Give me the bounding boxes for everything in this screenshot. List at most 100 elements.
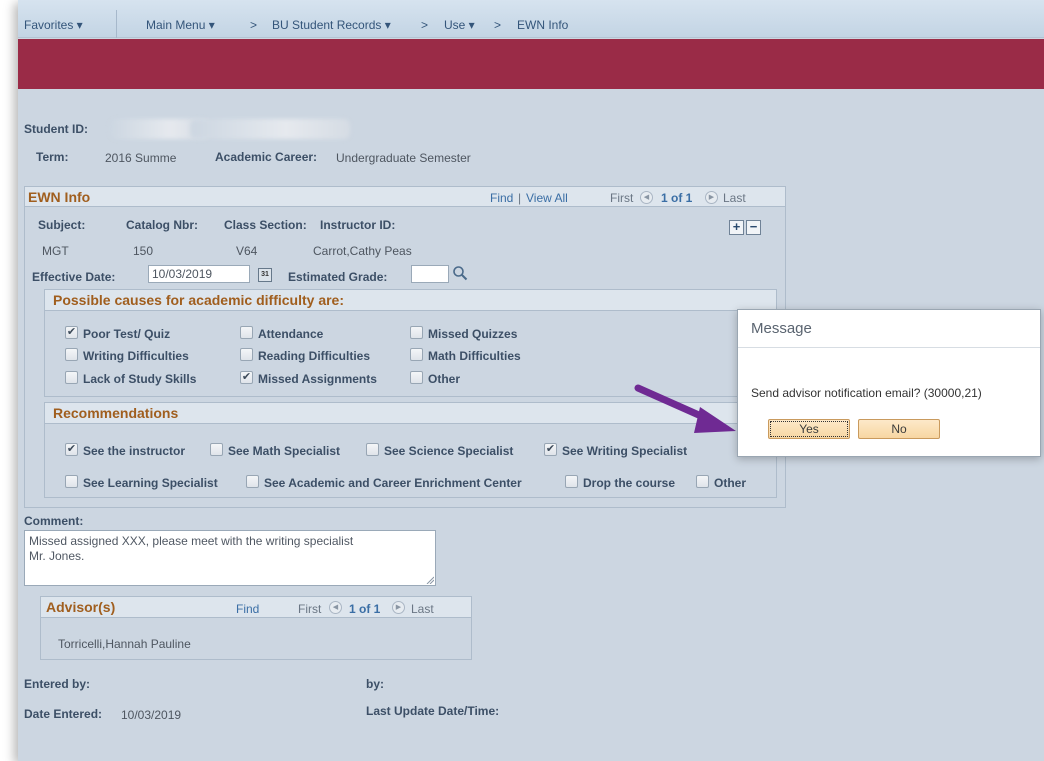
dialog-divider xyxy=(738,347,1040,348)
causes-title: Possible causes for academic difficulty … xyxy=(53,292,345,308)
instructor-id-label: Instructor ID: xyxy=(320,218,396,232)
calendar-icon[interactable]: 31 xyxy=(258,268,272,282)
ewn-view-all-link[interactable]: View All xyxy=(526,191,568,205)
advisors-row-count: 1 of 1 xyxy=(349,602,381,616)
cause-checkbox[interactable] xyxy=(410,326,423,339)
ewn-first-label: First xyxy=(610,191,634,205)
nav-divider xyxy=(116,10,117,38)
recommendation-label: See Science Specialist xyxy=(384,444,514,458)
yes-button[interactable]: Yes xyxy=(768,419,850,439)
recommendation-label: Drop the course xyxy=(583,476,676,490)
next-row-icon[interactable]: ▶ xyxy=(392,601,405,614)
cause-label: Poor Test/ Quiz xyxy=(83,327,171,341)
effective-date-label: Effective Date: xyxy=(32,270,116,284)
cause-label: Attendance xyxy=(258,327,324,341)
ewn-row-count: 1 of 1 xyxy=(661,191,693,205)
recommendation-label: Other xyxy=(714,476,747,490)
subject-value: MGT xyxy=(42,244,69,258)
recommendation-checkbox[interactable] xyxy=(210,443,223,456)
catalog-nbr-value: 150 xyxy=(133,244,154,258)
recommendation-checkbox[interactable] xyxy=(366,443,379,456)
cause-label: Reading Difficulties xyxy=(258,349,371,363)
advisors-find-link[interactable]: Find xyxy=(236,602,259,616)
cause-label: Other xyxy=(428,372,461,386)
main-menu[interactable]: Main Menu ▾ xyxy=(146,18,215,32)
next-row-icon[interactable]: ▶ xyxy=(705,191,718,204)
estimated-grade-label: Estimated Grade: xyxy=(288,270,388,284)
cause-label: Lack of Study Skills xyxy=(83,372,197,386)
recommendation-label: See Math Specialist xyxy=(228,444,341,458)
catalog-nbr-label: Catalog Nbr: xyxy=(126,218,198,232)
comment-label: Comment: xyxy=(24,514,84,528)
entered-by-label: Entered by: xyxy=(24,677,91,691)
advisor-name: Torricelli,Hannah Pauline xyxy=(58,637,191,651)
recommendation-checkbox[interactable] xyxy=(246,475,259,488)
cause-checkbox[interactable] xyxy=(410,348,423,361)
redacted-student-name xyxy=(190,119,350,139)
advisors-first-label: First xyxy=(298,602,322,616)
dialog-title: Message xyxy=(751,320,812,337)
cause-checkbox[interactable] xyxy=(240,326,253,339)
lookup-search-icon[interactable] xyxy=(452,265,468,281)
favorites-menu[interactable]: Favorites ▾ xyxy=(24,18,83,32)
class-section-label: Class Section: xyxy=(224,218,307,232)
no-button[interactable]: No xyxy=(858,419,940,439)
comment-textarea[interactable]: Missed assigned XXX, please meet with th… xyxy=(24,530,436,586)
academic-career-value: Undergraduate Semester xyxy=(336,151,471,165)
cause-checkbox[interactable] xyxy=(410,371,423,384)
term-label: Term: xyxy=(36,150,69,164)
advisors-title: Advisor(s) xyxy=(46,599,116,615)
annotation-arrow-icon xyxy=(634,384,736,433)
dialog-message: Send advisor notification email? (30000,… xyxy=(751,386,982,400)
recommendation-checkbox[interactable]: ✔ xyxy=(544,443,557,456)
last-update-label: Last Update Date/Time: xyxy=(366,704,500,718)
cause-checkbox[interactable] xyxy=(240,348,253,361)
previous-row-icon[interactable]: ◀ xyxy=(329,601,342,614)
recommendation-label: See Academic and Career Enrichment Cente… xyxy=(264,476,522,490)
cause-checkbox[interactable] xyxy=(65,348,78,361)
class-section-value: V64 xyxy=(236,244,258,258)
recommendation-label: See Learning Specialist xyxy=(83,476,218,490)
breadcrumb-use[interactable]: Use ▾ xyxy=(444,18,475,32)
recommendation-checkbox[interactable] xyxy=(565,475,578,488)
student-id-label: Student ID: xyxy=(24,122,88,136)
message-dialog: Message Send advisor notification email?… xyxy=(737,309,1041,457)
ewn-info-title: EWN Info xyxy=(28,189,91,205)
recommendations-title: Recommendations xyxy=(53,405,179,421)
term-value: 2016 Summe xyxy=(105,151,177,165)
updated-by-label: by: xyxy=(366,677,384,691)
date-entered-value: 10/03/2019 xyxy=(121,708,182,722)
estimated-grade-input[interactable] xyxy=(411,265,449,283)
top-navigation-bar: Favorites ▾ Main Menu ▾ > BU Student Rec… xyxy=(18,0,1044,38)
advisors-last-label: Last xyxy=(411,602,434,616)
recommendation-checkbox[interactable]: ✔ xyxy=(65,443,78,456)
cause-label: Missed Quizzes xyxy=(428,327,518,341)
breadcrumb-ewn-info[interactable]: EWN Info xyxy=(517,18,568,32)
effective-date-input[interactable]: 10/03/2019 xyxy=(148,265,250,283)
ewn-last-label: Last xyxy=(723,191,746,205)
ewn-find-link[interactable]: Find xyxy=(490,191,513,205)
cause-checkbox[interactable]: ✔ xyxy=(65,326,78,339)
cause-label: Math Difficulties xyxy=(428,349,521,363)
recommendation-label: See the instructor xyxy=(83,444,186,458)
link-divider: | xyxy=(518,191,522,205)
date-entered-label: Date Entered: xyxy=(24,707,103,721)
breadcrumb-separator: > xyxy=(250,18,258,32)
add-row-icon[interactable]: + xyxy=(729,220,744,235)
instructor-name-value: Carrot,Cathy Peas xyxy=(313,244,412,258)
breadcrumb-separator: > xyxy=(421,18,429,32)
breadcrumb-separator: > xyxy=(494,18,502,32)
recommendation-checkbox[interactable] xyxy=(65,475,78,488)
recommendation-label: See Writing Specialist xyxy=(562,444,688,458)
resize-grip-icon[interactable] xyxy=(426,576,434,584)
cause-label: Writing Difficulties xyxy=(83,349,189,363)
delete-row-icon[interactable]: − xyxy=(746,220,761,235)
cause-checkbox[interactable] xyxy=(65,371,78,384)
breadcrumb-bu-student-records[interactable]: BU Student Records ▾ xyxy=(272,18,391,32)
subject-label: Subject: xyxy=(38,218,86,232)
cause-checkbox[interactable]: ✔ xyxy=(240,371,253,384)
recommendation-checkbox[interactable] xyxy=(696,475,709,488)
brand-banner xyxy=(18,39,1044,89)
cause-label: Missed Assignments xyxy=(258,372,377,386)
previous-row-icon[interactable]: ◀ xyxy=(640,191,653,204)
